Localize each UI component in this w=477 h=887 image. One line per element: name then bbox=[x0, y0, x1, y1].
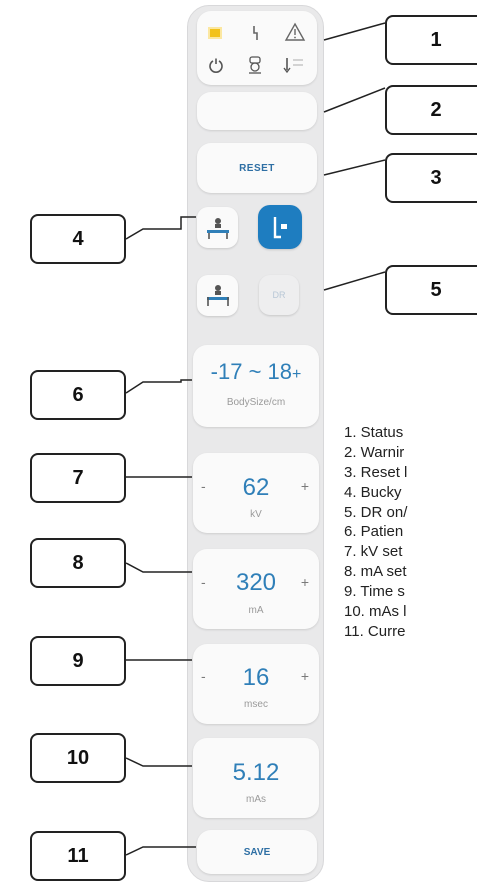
legend-item: 4. Bucky bbox=[344, 483, 402, 501]
legend-item: 2. Warnir bbox=[344, 443, 405, 461]
legend-item: 1. Status bbox=[344, 424, 404, 441]
legend-item: 9. Time s bbox=[344, 583, 405, 601]
legend-list: 1. Status 2. Warnir 3. Reset l 4. Bucky … bbox=[344, 423, 477, 642]
callout-1: 1 bbox=[385, 15, 477, 65]
legend-item: 3. Reset l bbox=[344, 463, 408, 481]
callout-6: 6 bbox=[30, 370, 126, 420]
callout-4: 4 bbox=[30, 214, 126, 264]
callout-2: 2 bbox=[385, 85, 477, 135]
legend-item: 6. Patien bbox=[344, 523, 404, 541]
callout-5: 5 bbox=[385, 265, 477, 315]
legend-item: 5. DR on/ bbox=[344, 503, 408, 521]
legend-item: 8. mA set bbox=[344, 563, 407, 581]
callout-3: 3 bbox=[385, 153, 477, 203]
callout-7: 7 bbox=[30, 453, 126, 503]
legend-item: 11. Curre bbox=[344, 622, 406, 640]
callout-9: 9 bbox=[30, 636, 126, 686]
callout-11: 11 bbox=[30, 831, 126, 881]
callout-8: 8 bbox=[30, 538, 126, 588]
legend-item: 7. kV set bbox=[344, 543, 403, 561]
callout-10: 10 bbox=[30, 733, 126, 783]
legend-item: 10. mAs l bbox=[344, 603, 407, 621]
